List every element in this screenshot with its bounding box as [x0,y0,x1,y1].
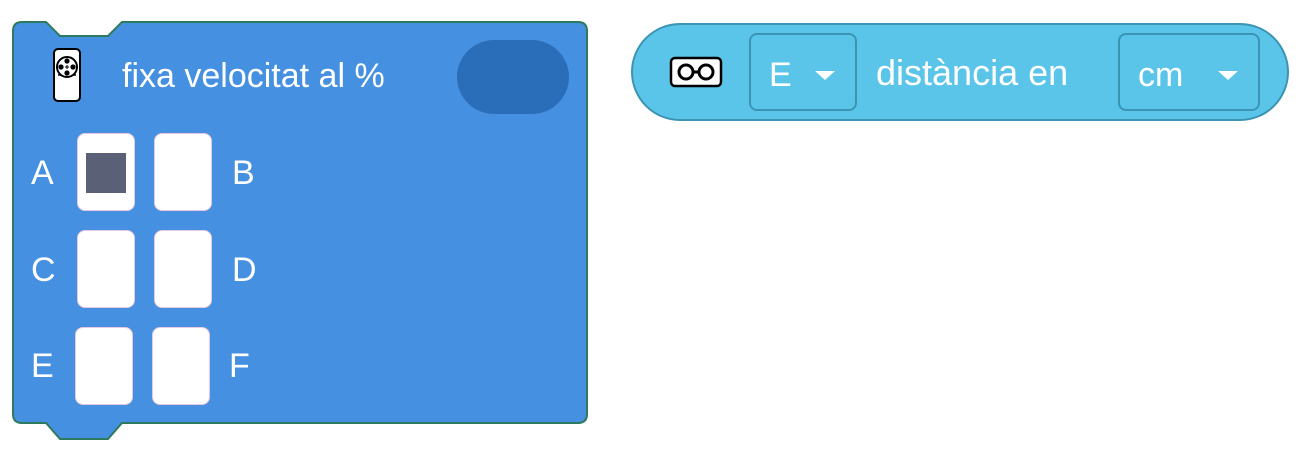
port-checkbox-e[interactable] [75,327,133,405]
unit-dropdown[interactable]: cm [1118,33,1260,111]
port-dropdown-value: E [769,56,792,94]
motor-speed-label: fixa velocitat al % [122,57,385,95]
port-letter-a: A [31,154,54,192]
port-letter-c: C [31,251,56,289]
speed-value-input[interactable] [457,40,569,114]
port-checkbox-c[interactable] [77,230,135,308]
distance-sensor-icon [669,56,723,88]
distance-label: distància en [876,52,1069,93]
port-letter-b: B [232,154,255,192]
port-checkbox-a[interactable] [77,133,135,211]
port-a-selected-indicator [86,153,126,193]
port-checkbox-b[interactable] [154,133,212,211]
chevron-down-icon [1218,71,1238,80]
chevron-down-icon [815,71,835,80]
port-dropdown[interactable]: E [749,33,857,111]
motor-icon [52,47,82,103]
port-letter-d: D [232,251,257,289]
port-letter-e: E [31,347,54,385]
port-letter-f: F [229,347,250,385]
port-checkbox-f[interactable] [152,327,210,405]
port-checkbox-d[interactable] [154,230,212,308]
unit-dropdown-value: cm [1138,56,1184,94]
